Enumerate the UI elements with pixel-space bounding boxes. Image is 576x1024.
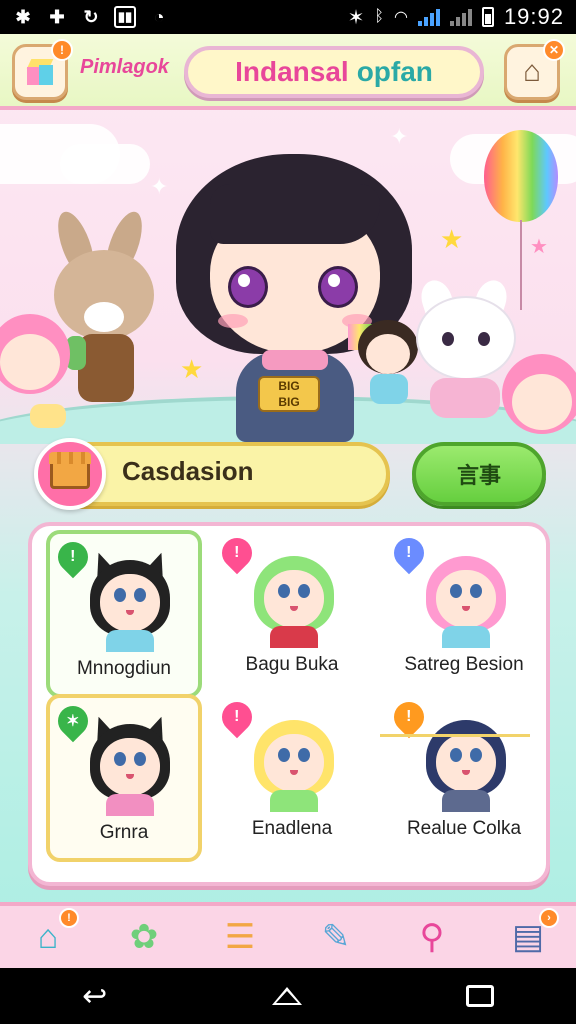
book-icon[interactable]: ✎ (309, 910, 363, 964)
home-shortcut-button[interactable]: ⌂ ✕ (504, 39, 565, 100)
character-name: Satreg Besion (404, 654, 524, 675)
category-button[interactable] (34, 438, 106, 510)
cube-icon (25, 57, 55, 87)
pet-icon[interactable]: ✿ (117, 910, 171, 964)
side-character-right[interactable] (496, 354, 576, 444)
crate-icon (49, 452, 91, 489)
bottom-nav: ⌂! ✿ ☰ ✎ ⚲ ▤ › (0, 902, 576, 968)
system-nav-bar: ↩ (0, 968, 576, 1024)
notification-badge: ! (51, 39, 73, 61)
side-character-left[interactable] (0, 314, 80, 434)
small-character[interactable] (358, 320, 420, 410)
stack-icon[interactable]: ☰ (213, 910, 267, 964)
character-name: Enadlena (251, 818, 333, 839)
plus-icon: ✚ (49, 6, 65, 27)
character-name: Grnra (99, 822, 149, 843)
divider (380, 734, 530, 737)
star-icon: ✶ (347, 6, 365, 29)
character-grid-panel: ! Mnnogdiun! Bagu Buka! Satreg Besion ✶ Grnra… (28, 522, 550, 886)
character-card[interactable]: ! Realue Colka (386, 694, 542, 862)
sync-icon: ↻ (83, 6, 99, 27)
character-avatar (424, 712, 508, 812)
inventory-button[interactable]: ! (12, 39, 73, 100)
title-banner: Indansal opfan (184, 46, 484, 98)
star-icon: ★ (530, 236, 548, 258)
nav-badge: › (539, 908, 559, 928)
top-bar: ! Pimlagok Indansal opfan ⌂ ✕ (0, 34, 576, 110)
sparkle-icon: ✦ (150, 174, 169, 199)
clock: 19:92 (503, 4, 564, 29)
signal-icon-2 (449, 8, 472, 26)
character-avatar (252, 712, 336, 812)
alarm-icon: ◔ (153, 6, 165, 27)
name-tag: BIG BIG (258, 376, 320, 412)
character-name: Mnnogdiun (76, 658, 172, 679)
star-icon: ★ (440, 224, 464, 254)
character-name: Realue Colka (406, 818, 522, 839)
title-sub: opfan (356, 56, 433, 87)
battery-icon (481, 7, 494, 27)
title-main: Indansal (235, 56, 349, 87)
hero-scene: ✦ ✦ ★ ★ ★ BIG BIG (0, 114, 576, 444)
cloud (60, 144, 150, 184)
character-name: Bagu Buka (245, 654, 339, 675)
go-button[interactable]: 言事 (412, 442, 546, 506)
character-card[interactable]: ! Satreg Besion (386, 530, 542, 698)
search-text[interactable]: Casdasion (122, 456, 254, 487)
bluetooth-icon: ᛒ (374, 8, 384, 25)
character-card[interactable]: ! Bagu Buka (214, 530, 370, 698)
character-card[interactable]: ✶ Grnra (46, 694, 202, 862)
wifi-icon: ◠ (393, 9, 408, 26)
recent-apps-icon[interactable] (465, 985, 494, 1007)
home-icon[interactable]: ⌂! (21, 908, 79, 964)
app-screen: ! Pimlagok Indansal opfan ⌂ ✕ ✦ ✦ ★ ★ ★ (0, 34, 576, 968)
character-avatar (424, 548, 508, 648)
character-card[interactable]: ! Mnnogdiun (46, 530, 202, 698)
nav-badge: ! (59, 908, 79, 928)
media-icon: ▮▮ (114, 6, 136, 28)
snowflake-icon: ✱ (15, 6, 31, 27)
house-icon: ⌂ (522, 55, 542, 88)
home-icon[interactable] (271, 987, 302, 1005)
character-avatar (88, 552, 172, 652)
back-icon[interactable]: ↩ (82, 979, 107, 1014)
character-card[interactable]: ! Enadlena (214, 694, 370, 862)
character-avatar (88, 716, 172, 816)
search-row: Casdasion 言事 (0, 434, 576, 514)
signal-icon (417, 8, 440, 26)
notes-icon[interactable]: ▤ › (501, 908, 559, 964)
magnifier-icon[interactable]: ⚲ (405, 910, 459, 964)
character-avatar (252, 548, 336, 648)
balloon-icon (484, 130, 558, 222)
app-name: Pimlagok (80, 56, 169, 78)
status-bar: ✱ ✚ ↻ ▮▮ ◔ ✶ ᛒ ◠ 19:92 (0, 0, 576, 34)
close-badge: ✕ (543, 39, 565, 61)
